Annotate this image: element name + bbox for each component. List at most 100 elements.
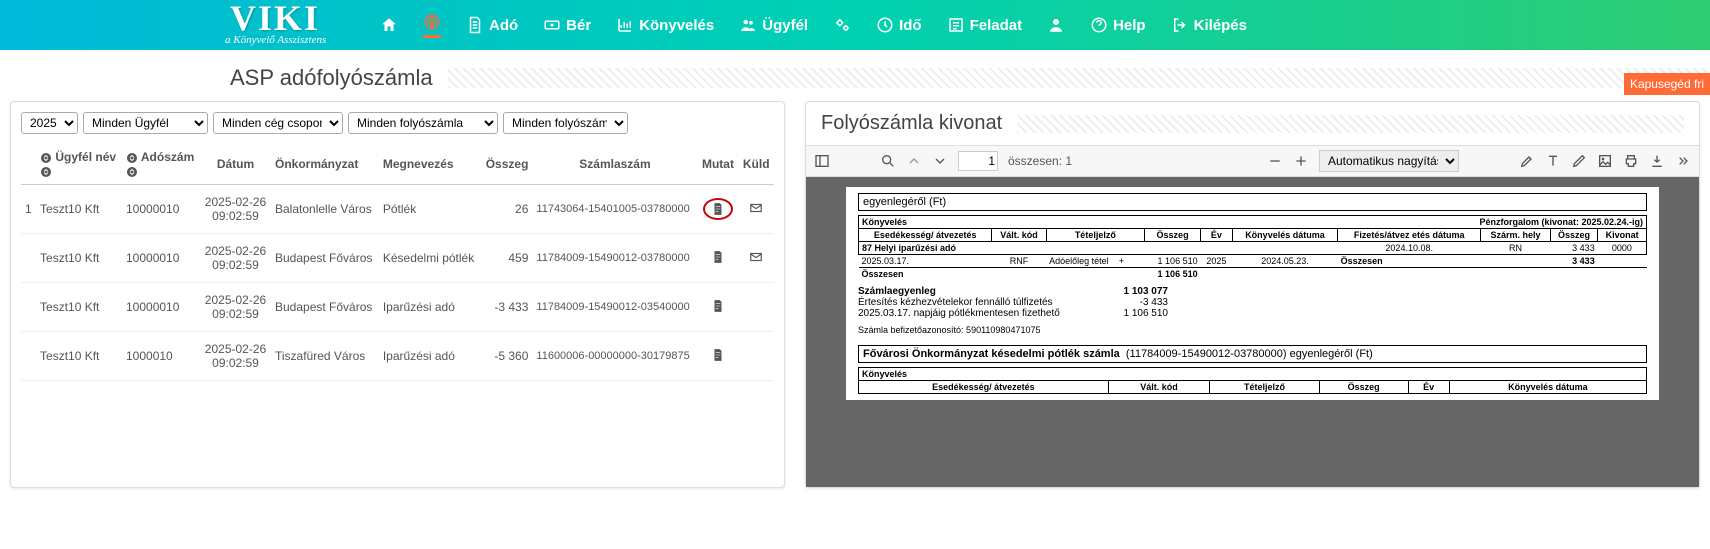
page-number-input[interactable] [958,151,998,171]
th-onk[interactable]: Önkormányzat [271,144,379,185]
nav-ado-label: Adó [489,17,518,34]
print-icon[interactable] [1623,153,1639,169]
users-icon [739,16,757,34]
cell-idx [21,332,36,381]
cell-kuld [738,283,774,332]
kapuseged-badge[interactable]: Kapusegéd fri [1624,73,1710,95]
draw-icon[interactable] [1571,153,1587,169]
chevron-down-icon[interactable] [932,153,948,169]
filter-cegsoport[interactable]: Minden cég csoport [213,112,343,134]
payment-id-line: Számla befizetőazonosító: 59011098047107… [858,325,1647,335]
nav-help[interactable]: Help [1090,16,1146,34]
cell-mutat [698,283,739,332]
preview-stripes [1017,115,1684,133]
booking-table-2: Könyvelés Esedékesség/ átvezetés Vált. k… [858,367,1647,394]
cell-onk: Balatonlelle Város [271,185,379,234]
cell-megn: Iparűzési adó [379,283,481,332]
page-title-row: ASP adófolyószámla [0,50,1710,101]
nav-feladat-label: Feladat [970,17,1023,34]
search-icon[interactable] [880,153,896,169]
document-icon [466,16,484,34]
pdf-viewport[interactable]: egyenlegéről (Ft) Könyvelés Pénzforgalom… [806,177,1699,487]
logo-text: VIKI [230,0,326,36]
subhead: 87 Helyi iparűzési adó [859,242,1338,255]
nav-help-label: Help [1113,17,1146,34]
nav-ado[interactable]: Adó [466,16,518,34]
nav-globe[interactable] [423,13,441,38]
col-tetel: Tételjelző [1046,229,1144,242]
zoom-out-icon[interactable] [1267,153,1283,169]
pdf-page: egyenlegéről (Ft) Könyvelés Pénzforgalom… [846,187,1659,400]
filter-folyoszamla-2[interactable]: Minden folyószámla [503,112,628,134]
document-icon[interactable] [711,299,725,313]
sort-icon [40,166,52,178]
cell-szamla: 11784009-15490012-03540000 [532,283,697,332]
th-szamla[interactable]: Számlaszám [532,144,697,185]
chevron-up-icon[interactable] [906,153,922,169]
zoom-select[interactable]: Automatikus nagyítás [1319,150,1459,172]
cell-megn: Késedelmi pótlék [379,234,481,283]
th-ugyfel[interactable]: Ügyfél név [36,144,122,185]
nav-ugyfel[interactable]: Ügyfél [739,16,808,34]
nav-konyveles[interactable]: Könyvelés [616,16,714,34]
more-icon[interactable] [1675,153,1691,169]
col-valt: Vált. kód [992,229,1046,242]
col-osszeg: Összeg [1145,229,1201,242]
table-row[interactable]: Teszt10 Kft100000102025-02-2609:02:59Bud… [21,234,774,283]
cell-adoszam: 10000010 [122,234,200,283]
cell-datum: 2025-02-2609:02:59 [200,332,271,381]
th-adoszam[interactable]: Adószám [122,144,200,185]
cell-kuld [738,234,774,283]
image-icon[interactable] [1597,153,1613,169]
table-row[interactable]: Teszt10 Kft100000102025-02-2609:02:59Bud… [21,283,774,332]
nav-logout-label: Kilépés [1194,17,1247,34]
pdf-toolbar: összesen: 1 Automatikus nagyítás [806,145,1699,177]
table-row[interactable]: 1Teszt10 Kft100000102025-02-2609:02:59Ba… [21,185,774,234]
col-kivonat: Kivonat [1598,229,1647,242]
sidebar-toggle-icon[interactable] [814,153,830,169]
cell-ugyfel: Teszt10 Kft [36,283,122,332]
mail-icon[interactable] [749,201,763,215]
help-icon [1090,16,1108,34]
th-megn[interactable]: Megnevezés [379,144,481,185]
penzforgalom-label: Pénzforgalom (kivonat: 2025.02.24.-ig) [1479,217,1643,227]
gears-icon [833,16,851,34]
nav-logout[interactable]: Kilépés [1171,16,1247,34]
text-icon[interactable] [1545,153,1561,169]
nav-ber[interactable]: Bér [543,16,591,34]
cell-datum: 2025-02-2609:02:59 [200,185,271,234]
col-szarm: Szárm. hely [1481,229,1550,242]
cell-megn: Iparűzési adó [379,332,481,381]
filter-year[interactable]: 2025 [21,112,78,134]
th-osszeg[interactable]: Összeg [481,144,533,185]
cell-idx [21,234,36,283]
filter-folyoszamla-1[interactable]: Minden folyószámla [348,112,498,134]
cell-onk: Budapest Főváros [271,234,379,283]
sort-icon [126,152,138,164]
document-icon[interactable] [711,202,725,216]
nav-settings[interactable] [833,16,851,34]
nav-home[interactable] [380,16,398,34]
section-konyveles: Könyvelés [862,217,907,227]
nav-feladat[interactable]: Feladat [947,16,1023,34]
zoom-in-icon[interactable] [1293,153,1309,169]
highlight-icon[interactable] [1519,153,1535,169]
th-datum[interactable]: Dátum [200,144,271,185]
table-row[interactable]: Teszt10 Kft10000102025-02-2609:02:59Tisz… [21,332,774,381]
th-index [21,144,36,185]
cell-szamla: 11600006-00000000-30179875 [532,332,697,381]
mail-icon[interactable] [749,250,763,264]
filter-ugyfel[interactable]: Minden Ügyfél [83,112,208,134]
document-icon[interactable] [711,250,725,264]
top-navbar: VIKI a Könyvelő Asszisztens Adó Bér Köny… [0,0,1710,50]
cell-osszeg: -5 360 [481,332,533,381]
cell-mutat [698,332,739,381]
nav-user[interactable] [1047,16,1065,34]
cell-adoszam: 10000010 [122,283,200,332]
document-icon[interactable] [711,348,725,362]
nav-ido[interactable]: Idő [876,16,922,34]
th-mutat: Mutat [698,144,739,185]
nav-ido-label: Idő [899,17,922,34]
sort-icon [40,152,52,164]
download-icon[interactable] [1649,153,1665,169]
